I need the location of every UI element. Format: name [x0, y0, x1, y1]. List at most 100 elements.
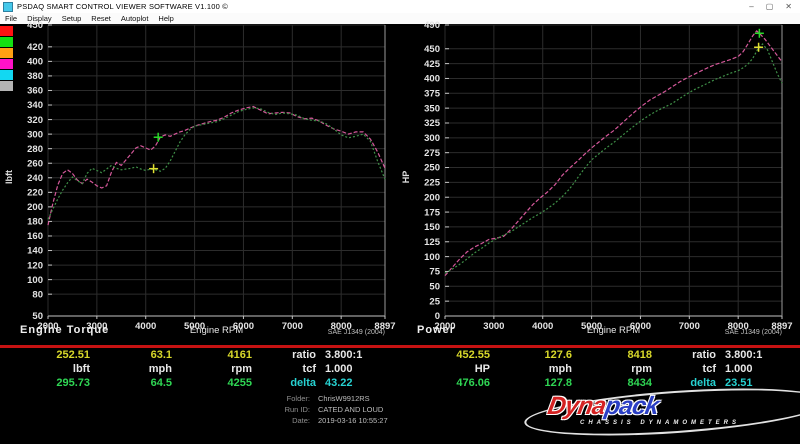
menu-autoplot[interactable]: Autoplot — [116, 14, 154, 23]
svg-text:350: 350 — [424, 103, 440, 114]
rpm-value-green: 4255 — [172, 377, 252, 389]
rpm-value-yellow: 4161 — [172, 349, 252, 361]
menu-bar: File Display Setup Reset Autoplot Help — [0, 13, 800, 24]
svg-text:225: 225 — [424, 178, 441, 189]
delta-value: 23.51 — [725, 377, 753, 389]
svg-text:200: 200 — [424, 192, 440, 203]
svg-text:75: 75 — [429, 267, 440, 278]
trace-color-legend — [0, 26, 13, 91]
svg-text:360: 360 — [27, 86, 43, 97]
power-readout-table: 452.55 127.6 8418 ratio 3.800:1 HP mph r… — [400, 348, 800, 390]
svg-text:240: 240 — [27, 173, 43, 184]
svg-text:50: 50 — [429, 282, 440, 293]
tcf-label: tcf — [652, 363, 716, 375]
svg-text:200: 200 — [27, 202, 43, 213]
power-chart-panel: 4904504254003753503253002752502252001751… — [397, 24, 797, 345]
tcf-value: 1.000 — [725, 363, 753, 375]
speed-value-green: 64.5 — [90, 377, 172, 389]
svg-text:150: 150 — [424, 222, 440, 233]
svg-text:300: 300 — [27, 129, 43, 140]
power-sae-note: SAE J1349 (2004) — [445, 329, 782, 336]
svg-text:425: 425 — [424, 59, 441, 70]
speed-unit: mph — [90, 363, 172, 375]
svg-text:120: 120 — [27, 260, 43, 271]
power-y-axis-label: HP — [401, 162, 411, 192]
svg-text:300: 300 — [424, 133, 440, 144]
svg-text:400: 400 — [424, 74, 440, 85]
torque-unit: lbft — [0, 363, 90, 375]
svg-text:280: 280 — [27, 144, 43, 155]
svg-text:325: 325 — [424, 118, 441, 129]
tcf-label: tcf — [252, 363, 316, 375]
rpm-unit: rpm — [172, 363, 252, 375]
svg-text:160: 160 — [27, 231, 43, 242]
rpm-unit: rpm — [572, 363, 652, 375]
svg-text:25: 25 — [429, 296, 440, 307]
power-value-green: 476.06 — [400, 377, 490, 389]
ratio-value: 3.800:1 — [725, 349, 762, 361]
svg-text:400: 400 — [27, 57, 43, 68]
speed-value-yellow: 127.6 — [490, 349, 572, 361]
folder-value: ChrisW9912RS — [318, 394, 370, 403]
svg-text:220: 220 — [27, 188, 43, 199]
tcf-value: 1.000 — [325, 363, 353, 375]
table-row: 252.51 63.1 4161 ratio 3.800:1 — [0, 348, 400, 362]
svg-text:490: 490 — [424, 20, 440, 31]
torque-value-yellow: 252.51 — [0, 349, 90, 361]
svg-text:380: 380 — [27, 71, 43, 82]
trace-color-swatch-0[interactable] — [0, 26, 13, 36]
footer-area: Folder: ChrisW9912RS Run ID: CATED AND L… — [0, 390, 800, 433]
svg-text:450: 450 — [27, 20, 43, 31]
menu-file[interactable]: File — [0, 14, 22, 23]
svg-text:80: 80 — [32, 289, 43, 300]
trace-color-swatch-1[interactable] — [0, 37, 13, 47]
svg-text:100: 100 — [27, 275, 43, 286]
readout-tables: 252.51 63.1 4161 ratio 3.800:1 lbft mph … — [0, 348, 800, 390]
torque-y-axis-label: lbft — [4, 162, 14, 192]
menu-reset[interactable]: Reset — [86, 14, 116, 23]
date-value: 2019-03-16 10:55:27 — [318, 416, 388, 425]
menu-setup[interactable]: Setup — [57, 14, 87, 23]
close-icon[interactable]: ✕ — [785, 3, 792, 11]
run-id-value: CATED AND LOUD — [318, 405, 383, 414]
torque-chart-plot[interactable]: 4504204003803603403203002802602402202001… — [0, 24, 400, 345]
svg-text:125: 125 — [424, 237, 441, 248]
torque-chart-panel: 4504204003803603403203002802602402202001… — [0, 24, 400, 345]
svg-text:340: 340 — [27, 100, 43, 111]
table-row: lbft mph rpm tcf 1.000 — [0, 362, 400, 376]
ratio-label: ratio — [652, 349, 716, 361]
speed-value-green: 127.8 — [490, 377, 572, 389]
svg-text:420: 420 — [27, 42, 43, 53]
title-bar: PSDAQ SMART CONTROL VIEWER SOFTWARE V1.1… — [0, 0, 800, 13]
torque-readout-table: 252.51 63.1 4161 ratio 3.800:1 lbft mph … — [0, 348, 400, 390]
table-row: HP mph rpm tcf 1.000 — [400, 362, 800, 376]
logo-text-dyna: Dyna — [546, 392, 608, 420]
maximize-icon[interactable]: ▢ — [766, 3, 774, 11]
trace-color-swatch-3[interactable] — [0, 59, 13, 69]
chart-area: 4504204003803603403203002802602402202001… — [0, 24, 800, 345]
power-chart-plot[interactable]: 4904504254003753503253002752502252001751… — [397, 24, 797, 345]
logo-tagline: CHASSIS DYNAMOMETERS — [580, 420, 740, 426]
svg-text:450: 450 — [424, 44, 440, 55]
delta-label: delta — [652, 377, 716, 389]
minimize-icon[interactable]: – — [749, 3, 753, 11]
rpm-value-green: 8434 — [572, 377, 652, 389]
run-id-label: Run ID: — [0, 405, 310, 414]
delta-value: 43.22 — [325, 377, 353, 389]
table-row: 452.55 127.6 8418 ratio 3.800:1 — [400, 348, 800, 362]
svg-text:275: 275 — [424, 148, 441, 159]
power-unit: HP — [400, 363, 490, 375]
svg-text:250: 250 — [424, 163, 440, 174]
app-icon — [3, 2, 13, 12]
menu-help[interactable]: Help — [153, 14, 178, 23]
trace-color-swatch-5[interactable] — [0, 81, 13, 91]
trace-color-swatch-2[interactable] — [0, 48, 13, 58]
delta-label: delta — [252, 377, 316, 389]
trace-color-swatch-4[interactable] — [0, 70, 13, 80]
folder-label: Folder: — [0, 394, 310, 403]
svg-text:260: 260 — [27, 158, 43, 169]
svg-text:175: 175 — [424, 207, 441, 218]
svg-text:375: 375 — [424, 88, 441, 99]
date-label: Date: — [0, 416, 310, 425]
logo-text-pack: pack — [603, 392, 661, 420]
